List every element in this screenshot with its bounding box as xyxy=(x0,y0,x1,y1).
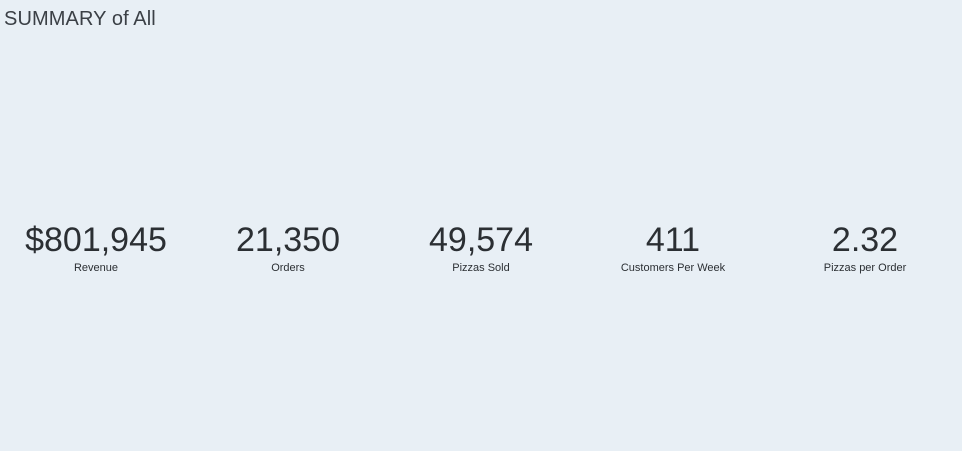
kpi-card-pizzas-sold: 49,574 Pizzas Sold xyxy=(385,220,577,275)
kpi-label-revenue: Revenue xyxy=(73,262,119,274)
kpi-label-pizzas-sold: Pizzas Sold xyxy=(452,262,510,274)
kpi-label-pizzas-per-order: Pizzas per Order xyxy=(823,262,907,274)
kpi-value-pizzas-per-order: 2.32 xyxy=(831,221,899,259)
kpi-card-revenue: $801,945 Revenue xyxy=(0,220,192,275)
kpi-value-customers-per-week: 411 xyxy=(645,221,701,259)
kpi-value-orders: 21,350 xyxy=(236,221,340,259)
kpi-label-orders: Orders xyxy=(271,262,305,274)
kpi-card-pizzas-per-order: 2.32 Pizzas per Order xyxy=(769,220,961,275)
kpi-card-orders: 21,350 Orders xyxy=(192,220,384,275)
kpi-value-revenue: $801,945 xyxy=(25,221,167,259)
kpi-label-customers-per-week: Customers Per Week xyxy=(620,262,726,274)
kpi-value-pizzas-sold: 49,574 xyxy=(429,221,533,259)
dashboard-title: SUMMARY of All xyxy=(4,8,156,30)
kpi-row: $801,945 Revenue 21,350 Orders 49,574 Pi… xyxy=(0,220,962,280)
kpi-card-customers-per-week: 411 Customers Per Week xyxy=(577,220,769,275)
